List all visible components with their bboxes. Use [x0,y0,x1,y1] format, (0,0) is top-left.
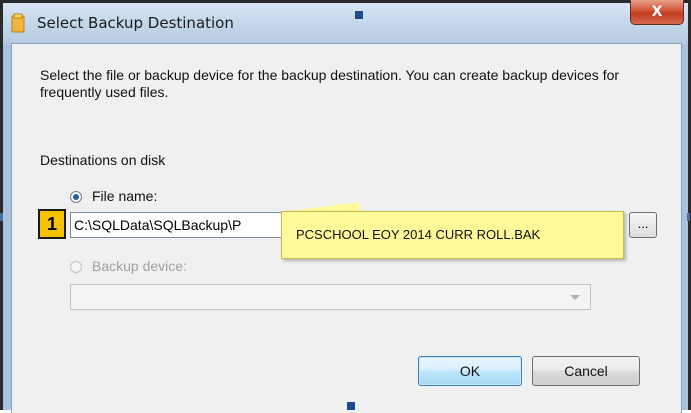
close-button[interactable]: X [630,0,684,25]
backup-device-label: Backup device: [92,258,187,274]
backup-device-radio[interactable] [70,261,82,273]
file-name-radio[interactable] [70,191,82,203]
backup-device-select[interactable] [70,284,591,310]
destinations-label: Destinations on disk [40,152,166,168]
dialog-window: Select Backup Destination X Select the f… [0,0,691,413]
ok-button[interactable]: OK [418,356,522,386]
folder-icon [11,13,25,33]
step-badge: 1 [38,209,66,239]
file-name-input[interactable]: C:\SQLData\SQLBackup\P [70,212,300,238]
title-bar[interactable]: Select Backup Destination X [3,0,688,43]
instructions-text: Select the file or backup device for the… [40,67,620,100]
browse-button[interactable]: ... [629,212,657,238]
resize-handle-right[interactable] [687,213,690,221]
window-title: Select Backup Destination [37,14,234,32]
resize-handle[interactable] [355,11,363,19]
file-name-label: File name: [92,188,158,204]
chevron-down-icon [570,295,580,300]
filename-callout: PCSCHOOL EOY 2014 CURR ROLL.BAK [281,211,624,259]
cancel-button[interactable]: Cancel [532,356,640,386]
dialog-body: Select the file or backup device for the… [11,43,682,413]
resize-handle-bottom[interactable] [347,402,355,410]
resize-handle-left[interactable] [0,213,3,221]
